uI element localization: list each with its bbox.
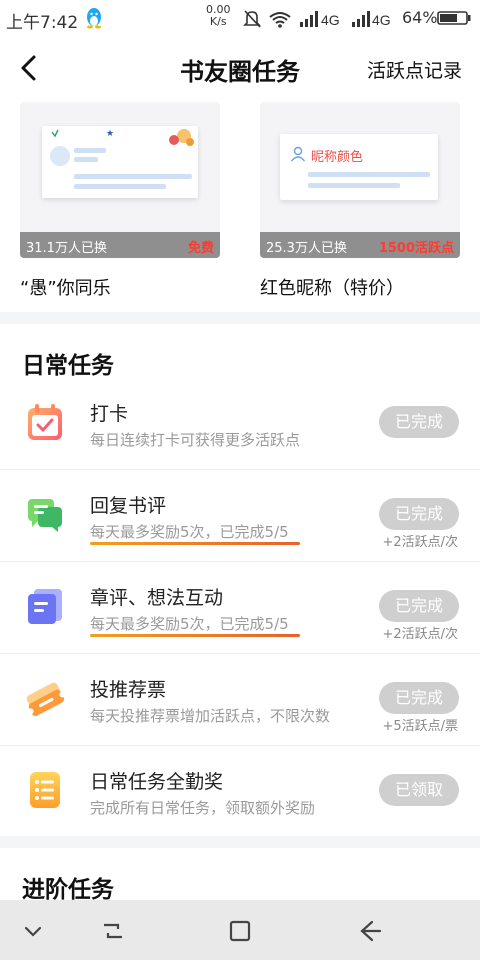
svg-text:4G: 4G [372, 12, 391, 28]
task-checkin: 打卡 每日连续打卡可获得更多活跃点 已完成 [0, 377, 480, 470]
task-chapter-interaction: 章评、想法互动 每天最多奖励5次，已完成5/5 已完成 +2活跃点/次 [0, 561, 480, 654]
task-desc: 每天最多奖励5次，已完成5/5 [90, 523, 289, 541]
svg-text:4G: 4G [321, 12, 340, 28]
task-reward: +5活跃点/票 [382, 719, 458, 734]
bell-off-icon [243, 10, 261, 28]
task-progress-underline [90, 542, 300, 545]
signal-4g-icon-2: 4G [352, 11, 391, 28]
card-footer-bar: 25.3万人已换 1500活跃点 [260, 232, 460, 258]
back-arrow-icon[interactable] [14, 52, 44, 84]
task-status-button[interactable]: 已完成 [379, 406, 459, 438]
reward-title: “愚”你同乐 [20, 278, 111, 299]
list-icon [30, 772, 60, 808]
note-cards-icon [28, 589, 62, 624]
reward-exchange-count: 25.3万人已换 [266, 241, 347, 256]
task-reply-review: 回复书评 每天最多奖励5次，已完成5/5 已完成 +2活跃点/次 [0, 469, 480, 562]
section-divider [0, 312, 480, 324]
app-header: 书友圈任务 活跃点记录 [0, 36, 480, 100]
status-bar: 上午7:42 0.00 K/s 4G 4G 64% [0, 0, 480, 36]
daily-tasks-title: 日常任务 [22, 353, 114, 379]
task-name: 回复书评 [90, 495, 167, 517]
task-name: 打卡 [90, 403, 129, 425]
card-footer-bar: 31.1万人已换 免费 [20, 232, 220, 258]
reward-price: 1500活跃点 [378, 241, 454, 256]
task-desc: 每天最多奖励5次，已完成5/5 [90, 615, 289, 633]
status-icons: 4G 4G [243, 10, 391, 28]
task-desc: 每日连续打卡可获得更多活跃点 [90, 431, 301, 449]
task-recommend-vote: 投推荐票 每天投推荐票增加活跃点，不限次数 已完成 +5活跃点/票 [0, 653, 480, 746]
task-status-button[interactable]: 已完成 [379, 682, 459, 714]
chat-bubbles-icon [28, 499, 62, 532]
ticket-icon [26, 682, 66, 717]
fool-card-illustration: ★ [50, 129, 194, 189]
status-time: 上午7:42 [6, 13, 79, 33]
svg-text:★: ★ [106, 129, 114, 139]
activity-record-link[interactable]: 活跃点记录 [367, 56, 462, 83]
task-status-button[interactable]: 已完成 [379, 590, 459, 622]
task-name: 日常任务全勤奖 [90, 771, 224, 793]
reward-card-fool[interactable]: ★ 31.1万人已换 免费 “愚”你同乐 [20, 102, 220, 300]
task-reward: +2活跃点/次 [382, 627, 458, 642]
reward-title: 红色昵称（特价） [260, 278, 404, 299]
task-desc: 每天投推荐票增加活跃点，不限次数 [90, 707, 331, 725]
battery-percent: 64% [402, 8, 438, 27]
task-status-button[interactable]: 已领取 [379, 774, 459, 806]
reward-exchange-count: 31.1万人已换 [26, 241, 107, 256]
section-divider [0, 836, 480, 848]
wifi-icon [269, 12, 291, 28]
chevron-down-icon[interactable] [18, 916, 48, 946]
signal-4g-icon-1: 4G [300, 11, 340, 28]
battery-icon [437, 11, 471, 25]
task-desc: 完成所有日常任务，领取额外奖励 [90, 799, 316, 817]
system-nav-bar [0, 900, 480, 960]
network-speed-unit: K/s [209, 15, 227, 28]
network-speed: 0.00 K/s [206, 4, 231, 28]
task-name: 章评、想法互动 [90, 587, 224, 609]
text-lines [308, 172, 430, 188]
advanced-tasks-title: 进阶任务 [22, 877, 114, 903]
task-full-attendance: 日常任务全勤奖 完成所有日常任务，领取额外奖励 已领取 [0, 745, 480, 837]
card-preview-panel: 昵称颜色 [280, 134, 438, 200]
user-icon [290, 146, 306, 162]
task-status-button[interactable]: 已完成 [379, 498, 459, 530]
calendar-check-icon [28, 404, 62, 440]
reward-card-preview: ★ 31.1万人已换 免费 [20, 102, 220, 258]
nickname-color-sample: 昵称颜色 [311, 150, 364, 165]
home-square-icon[interactable] [225, 916, 255, 946]
task-reward: +2活跃点/次 [382, 535, 458, 550]
qq-penguin-icon [87, 8, 101, 29]
reward-card-preview: 昵称颜色 25.3万人已换 1500活跃点 [260, 102, 460, 258]
back-nav-icon[interactable] [354, 916, 384, 946]
task-progress-underline [90, 634, 300, 637]
reward-cards: ★ 31.1万人已换 免费 “愚”你同乐 昵称颜色 25.3万人已换 1500活… [0, 100, 480, 310]
menu-lines-icon[interactable] [98, 916, 128, 946]
task-name: 投推荐票 [90, 679, 167, 701]
card-preview-panel: ★ [42, 126, 198, 198]
reward-card-red-nickname[interactable]: 昵称颜色 25.3万人已换 1500活跃点 红色昵称（特价） [260, 102, 460, 300]
reward-price: 免费 [187, 241, 214, 256]
